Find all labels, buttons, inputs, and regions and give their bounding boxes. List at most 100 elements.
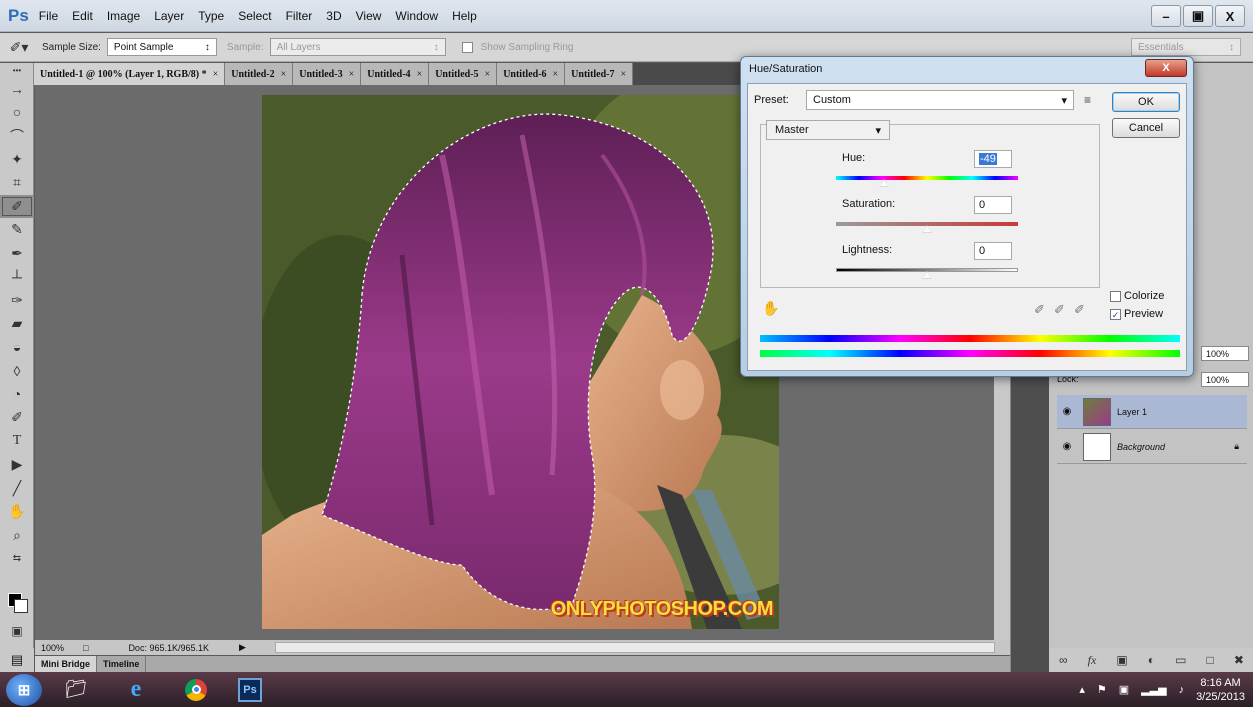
layer-row-background[interactable]: ◉ Background 🔒︎ <box>1057 430 1247 464</box>
menu-image[interactable]: Image <box>107 9 140 23</box>
hue-slider[interactable] <box>836 176 1018 180</box>
eyedropper-tool-preset-icon[interactable]: ✐▾ <box>0 39 38 56</box>
new-layer-icon[interactable]: □ <box>1207 653 1214 667</box>
close-button[interactable]: X <box>1215 5 1245 27</box>
eyedropper-minus-icon[interactable]: ✐ <box>1074 302 1085 318</box>
layer-row-layer-1[interactable]: ◉ Layer 1 <box>1057 395 1247 429</box>
sample-size-select[interactable]: Point Sample ↕ <box>106 38 217 56</box>
marquee-tool-icon[interactable]: ○ <box>0 101 34 125</box>
move-tool-icon[interactable]: → <box>0 77 34 101</box>
network-icon[interactable]: ▣ <box>1119 683 1129 696</box>
menu-layer[interactable]: Layer <box>154 9 184 23</box>
chrome-icon[interactable] <box>170 674 222 706</box>
dodge-tool-icon[interactable]: ◔ <box>0 383 34 407</box>
eraser-tool-icon[interactable]: ▰ <box>0 312 34 336</box>
saturation-slider-thumb[interactable] <box>922 225 932 233</box>
menu-help[interactable]: Help <box>452 9 477 23</box>
layer-mask-icon[interactable]: ▣ <box>1116 653 1127 667</box>
quick-mask-icon[interactable]: ▣ <box>0 619 34 643</box>
close-tab-icon[interactable]: × <box>621 69 627 80</box>
tab-untitled-6[interactable]: Untitled-6 × <box>497 63 566 85</box>
tab-timeline[interactable]: Timeline <box>97 656 147 672</box>
on-image-adjust-hand-icon[interactable]: ✋ <box>762 300 779 317</box>
visibility-eye-icon[interactable]: ◉ <box>1057 406 1077 417</box>
healing-brush-tool-icon[interactable]: ✎ <box>0 218 34 242</box>
eyedropper-icon[interactable]: ✐ <box>1034 302 1045 318</box>
saturation-input[interactable]: 0 <box>974 196 1012 214</box>
clone-stamp-tool-icon[interactable]: ┴ <box>0 265 34 289</box>
menu-3d[interactable]: 3D <box>326 9 341 23</box>
history-brush-tool-icon[interactable]: ✑ <box>0 289 34 313</box>
volume-icon[interactable]: ♪ <box>1179 684 1185 696</box>
lasso-tool-icon[interactable]: ⌒ <box>0 124 34 148</box>
close-tab-icon[interactable]: × <box>349 69 355 80</box>
path-selection-tool-icon[interactable]: ▶ <box>0 453 34 477</box>
opacity-field[interactable]: 100% <box>1201 346 1249 361</box>
close-tab-icon[interactable]: × <box>485 69 491 80</box>
delete-layer-icon[interactable]: ✖ <box>1234 653 1244 667</box>
photoshop-icon[interactable]: Ps <box>230 674 270 706</box>
dialog-close-button[interactable]: X <box>1145 59 1187 77</box>
preset-options-icon[interactable]: ≡ <box>1084 93 1091 107</box>
status-menu-arrow-icon[interactable]: ▶ <box>239 642 246 653</box>
restore-button[interactable]: ▣ <box>1183 5 1213 27</box>
visibility-eye-icon[interactable]: ◉ <box>1057 441 1077 452</box>
show-hidden-icons-icon[interactable]: ▴ <box>1079 683 1085 696</box>
show-sampling-ring-checkbox[interactable] <box>461 41 473 53</box>
document-canvas[interactable]: ONLYPHOTOSHOP.COM <box>262 95 779 629</box>
new-group-icon[interactable]: ▭ <box>1175 653 1186 667</box>
tab-untitled-7[interactable]: Untitled-7 × <box>565 63 634 85</box>
status-info-icon[interactable]: □ <box>83 643 88 653</box>
quick-selection-tool-icon[interactable]: ✦ <box>0 148 34 172</box>
channel-dropdown[interactable]: Master ▾ <box>766 120 890 140</box>
workspace-switcher[interactable]: Essentials ↕ <box>1131 38 1241 56</box>
preview-option[interactable]: ✓ Preview <box>1110 308 1163 320</box>
tab-untitled-3[interactable]: Untitled-3 × <box>293 63 362 85</box>
colorize-option[interactable]: Colorize <box>1110 290 1164 302</box>
close-tab-icon[interactable]: × <box>417 69 423 80</box>
lightness-slider-thumb[interactable] <box>922 271 932 279</box>
close-tab-icon[interactable]: × <box>553 69 559 80</box>
blur-tool-icon[interactable]: ◊ <box>0 359 34 383</box>
link-layers-icon[interactable]: ∞ <box>1059 653 1068 667</box>
cancel-button[interactable]: Cancel <box>1112 118 1180 138</box>
colorize-checkbox[interactable] <box>1110 290 1121 302</box>
internet-explorer-icon[interactable]: e <box>110 674 162 706</box>
menu-type[interactable]: Type <box>198 9 224 23</box>
adjustment-layer-icon[interactable]: ◐ <box>1148 653 1155 667</box>
pen-tool-icon[interactable]: ✐ <box>0 406 34 430</box>
tab-untitled-5[interactable]: Untitled-5 × <box>429 63 498 85</box>
paint-bucket-tool-icon[interactable]: ◒ <box>0 336 34 360</box>
layer-style-icon[interactable]: fx <box>1088 653 1097 668</box>
horizontal-scrollbar[interactable] <box>275 642 995 653</box>
hue-input[interactable]: -49 <box>974 150 1012 168</box>
tab-untitled-2[interactable]: Untitled-2 × <box>225 63 294 85</box>
action-center-flag-icon[interactable]: ⚑ <box>1097 683 1107 696</box>
ok-button[interactable]: OK <box>1112 92 1180 112</box>
menu-filter[interactable]: Filter <box>286 9 313 23</box>
preview-checkbox[interactable]: ✓ <box>1110 308 1121 320</box>
menu-select[interactable]: Select <box>238 9 271 23</box>
hue-slider-thumb[interactable] <box>879 179 889 187</box>
crop-tool-icon[interactable]: ⌗ <box>0 171 34 195</box>
swap-colors-icon[interactable]: ⇆ <box>0 547 34 571</box>
preset-dropdown[interactable]: Custom ▾ <box>806 90 1074 110</box>
eyedropper-plus-icon[interactable]: ✐ <box>1054 302 1065 318</box>
background-color-swatch[interactable] <box>14 599 28 613</box>
screen-mode-icon[interactable]: ▤ <box>0 648 34 672</box>
line-tool-icon[interactable]: ╱ <box>0 477 34 501</box>
close-tab-icon[interactable]: × <box>281 69 287 80</box>
menu-window[interactable]: Window <box>395 9 438 23</box>
sample-layers-select[interactable]: All Layers ↕ <box>269 38 446 56</box>
fill-field[interactable]: 100% <box>1201 372 1249 387</box>
zoom-tool-icon[interactable]: ⌕ <box>0 524 34 548</box>
document-size-info[interactable]: Doc: 965.1K/965.1K <box>128 643 209 653</box>
hand-tool-icon[interactable]: ✋ <box>0 500 34 524</box>
eyedropper-tool-icon[interactable]: ✐ <box>0 194 34 218</box>
type-tool-icon[interactable]: T <box>0 430 34 454</box>
minimize-button[interactable]: – <box>1151 5 1181 27</box>
menu-view[interactable]: View <box>356 9 382 23</box>
zoom-level-field[interactable]: 100% <box>35 643 83 653</box>
tab-mini-bridge[interactable]: Mini Bridge <box>35 656 97 672</box>
menu-file[interactable]: File <box>39 9 58 23</box>
